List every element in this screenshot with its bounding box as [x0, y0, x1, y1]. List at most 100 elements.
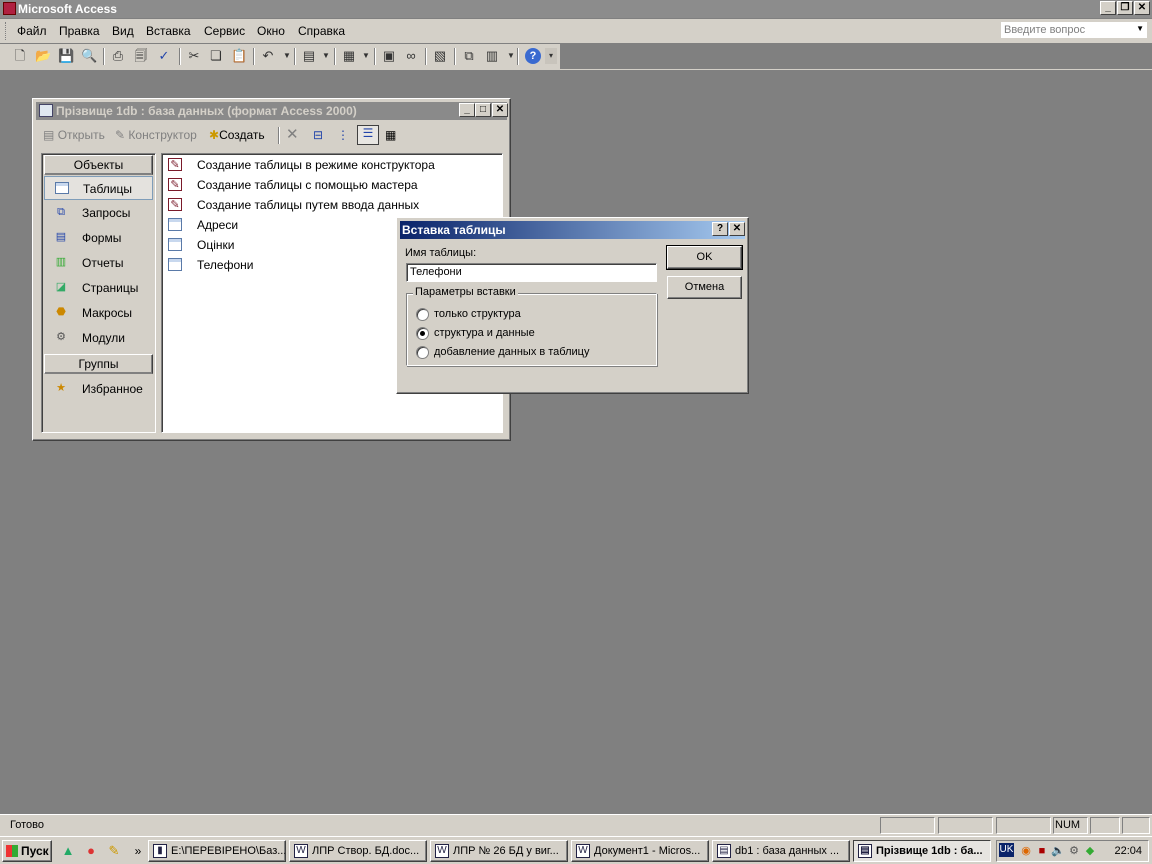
- num-lock-indicator: NUM: [1055, 819, 1081, 831]
- table-name-input[interactable]: Телефони: [406, 263, 657, 282]
- open-object-icon: ▤: [43, 128, 55, 142]
- open-icon[interactable]: 📂: [35, 48, 51, 64]
- print-icon[interactable]: ⎙: [110, 48, 126, 64]
- large-icons-view-icon[interactable]: ⊟: [313, 128, 323, 142]
- chevron-down-icon[interactable]: ▼: [279, 48, 295, 64]
- minimize-button[interactable]: _: [1100, 1, 1116, 15]
- copy-icon[interactable]: ❏: [208, 48, 224, 64]
- taskbar-item[interactable]: ▤ db1 : база данных ...: [712, 840, 850, 862]
- properties-icon[interactable]: ▣: [381, 48, 397, 64]
- paste-table-dialog[interactable]: Вставка таблицы ? ✕ Имя таблицы: Телефон…: [396, 217, 749, 394]
- undo-icon[interactable]: ↶: [260, 48, 276, 64]
- cancel-button[interactable]: Отмена: [667, 276, 742, 299]
- print-preview-icon[interactable]: 🗐: [133, 48, 149, 64]
- word-doc-icon: W: [576, 844, 590, 858]
- close-button[interactable]: ✕: [1134, 1, 1150, 15]
- table-icon: [168, 238, 182, 251]
- design-button[interactable]: ✎ Конструктор: [115, 128, 197, 142]
- objects-header[interactable]: Объекты: [44, 155, 153, 175]
- small-icons-view-icon[interactable]: ⋮: [337, 128, 349, 142]
- quicklaunch-more-icon[interactable]: »: [130, 843, 146, 859]
- delete-icon[interactable]: ✕: [286, 125, 299, 143]
- spelling-icon[interactable]: ✓: [156, 48, 172, 64]
- group-favorites[interactable]: ★ Избранное: [44, 377, 153, 401]
- system-tray: ◉ ■ 🔈 ⚙ ◆ 22:04: [996, 840, 1149, 862]
- dialog-title-bar[interactable]: Вставка таблицы ? ✕: [400, 221, 745, 239]
- dialog-close-button[interactable]: ✕: [729, 222, 745, 236]
- taskbar-item[interactable]: ▮ E:\ПЕРЕВІРЕНО\Баз...: [148, 840, 286, 862]
- radio-append-data-label[interactable]: добавление данных в таблицу: [434, 346, 589, 358]
- quicklaunch-tool-icon[interactable]: ✎: [106, 843, 122, 859]
- object-reports[interactable]: ▥ Отчеты: [44, 251, 153, 275]
- help-icon[interactable]: ?: [525, 48, 541, 64]
- toolbar-options-icon[interactable]: ▾: [545, 48, 557, 64]
- radio-structure-and-data-label[interactable]: структура и данные: [434, 327, 535, 339]
- quicklaunch-app-icon[interactable]: ▲: [60, 843, 76, 859]
- word-doc-icon: W: [294, 844, 308, 858]
- list-view-icon[interactable]: ☰: [357, 125, 379, 145]
- taskbar-item-label: ЛПР Створ. БД.doc...: [312, 845, 420, 857]
- taskbar-item[interactable]: W ЛПР № 26 БД у виг...: [430, 840, 568, 862]
- new-icon[interactable]: 🗋: [12, 48, 28, 64]
- menu-grip[interactable]: [5, 22, 8, 40]
- menu-file[interactable]: Файл: [17, 24, 47, 38]
- radio-structure-and-data[interactable]: [416, 327, 429, 340]
- object-forms[interactable]: ▤ Формы: [44, 226, 153, 250]
- db-maximize-button[interactable]: □: [475, 103, 491, 117]
- relationships-icon[interactable]: ∞: [403, 48, 419, 64]
- new-button[interactable]: ✱Создать: [209, 128, 265, 142]
- db-minimize-button[interactable]: _: [459, 103, 475, 117]
- chevron-down-icon[interactable]: ▼: [318, 48, 334, 64]
- start-button[interactable]: Пуск: [2, 840, 52, 862]
- taskbar-item[interactable]: W Документ1 - Micros...: [571, 840, 709, 862]
- new-object-icon[interactable]: ▥: [484, 48, 500, 64]
- radio-structure-only[interactable]: [416, 308, 429, 321]
- taskbar-item-active[interactable]: ▤ Прізвище 1db : ба...: [853, 840, 991, 862]
- analyze-icon[interactable]: ▦: [341, 48, 357, 64]
- taskbar-item[interactable]: W ЛПР Створ. БД.doc...: [289, 840, 427, 862]
- radio-append-data[interactable]: [416, 346, 429, 359]
- search-file-icon[interactable]: 🔍: [81, 48, 97, 64]
- object-tables[interactable]: Таблицы: [44, 176, 153, 200]
- clock[interactable]: 22:04: [1114, 845, 1142, 857]
- access-app-icon[interactable]: [3, 2, 16, 15]
- script-icon[interactable]: ▧: [432, 48, 448, 64]
- volume-icon[interactable]: 🔈: [1051, 844, 1065, 858]
- object-pages[interactable]: ◪ Страницы: [44, 276, 153, 300]
- radio-structure-only-label[interactable]: только структура: [434, 308, 521, 320]
- open-label: Открыть: [57, 128, 105, 142]
- object-queries[interactable]: ⧉ Запросы: [44, 201, 153, 225]
- menu-insert[interactable]: Вставка: [146, 24, 191, 38]
- menu-view[interactable]: Вид: [112, 24, 134, 38]
- chevron-down-icon[interactable]: ▼: [1136, 24, 1144, 33]
- office-links-icon[interactable]: ▤: [301, 48, 317, 64]
- quicklaunch-browser-icon[interactable]: ●: [83, 843, 99, 859]
- menu-edit[interactable]: Правка: [59, 24, 100, 38]
- report-icon: ▥: [55, 256, 67, 268]
- open-button[interactable]: ▤ Открыть: [43, 128, 105, 142]
- restore-button[interactable]: ❐: [1117, 1, 1133, 15]
- chevron-down-icon[interactable]: ▼: [358, 48, 374, 64]
- save-icon[interactable]: 💾: [58, 48, 74, 64]
- database-icon: ▤: [717, 844, 731, 858]
- db-close-button[interactable]: ✕: [492, 103, 508, 117]
- details-view-icon[interactable]: ▦: [385, 128, 396, 142]
- tray-app-icon[interactable]: ◆: [1083, 844, 1097, 858]
- ok-button[interactable]: OK: [666, 245, 743, 270]
- media-icon[interactable]: ■: [1035, 844, 1049, 858]
- dialog-help-button[interactable]: ?: [712, 222, 728, 236]
- object-macros[interactable]: ⬣ Макросы: [44, 301, 153, 325]
- antivirus-icon[interactable]: ◉: [1019, 844, 1033, 858]
- ask-question-box[interactable]: Введите вопрос ▼: [1000, 21, 1148, 39]
- menu-help[interactable]: Справка: [298, 24, 345, 38]
- network-icon[interactable]: ⚙: [1067, 844, 1081, 858]
- new-object-icon: ✱: [209, 128, 220, 142]
- database-window-title-bar[interactable]: Прізвище 1db : база данных (формат Acces…: [36, 102, 508, 120]
- groups-header[interactable]: Группы: [44, 354, 153, 374]
- paste-icon[interactable]: 📋: [231, 48, 247, 64]
- menu-window[interactable]: Окно: [257, 24, 285, 38]
- menu-tools[interactable]: Сервис: [204, 24, 245, 38]
- object-modules[interactable]: ⚙ Модули: [44, 326, 153, 350]
- cut-icon[interactable]: ✂: [186, 48, 202, 64]
- relationships-diagram-icon[interactable]: ⧉: [461, 48, 477, 64]
